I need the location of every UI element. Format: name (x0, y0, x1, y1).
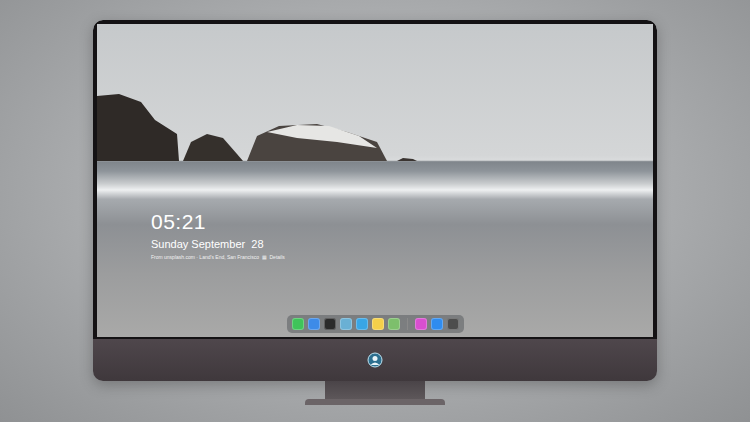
lock-screen[interactable]: 05:21 Sunday September 28 From unsplash.co… (97, 24, 653, 337)
monitor-stand (325, 381, 425, 399)
monitor: 05:21 Sunday September 28 From unsplash.co… (93, 20, 657, 381)
dock-app-icon[interactable] (292, 318, 304, 330)
dock-app-icon[interactable] (415, 318, 427, 330)
dock-app-icon[interactable] (308, 318, 320, 330)
beach-photo-icon (97, 24, 653, 337)
monitor-base (305, 399, 445, 405)
dock-app-icon[interactable] (447, 318, 459, 330)
dock-app-icon[interactable] (372, 318, 384, 330)
dock-app-icon[interactable] (356, 318, 368, 330)
clock-panel: 05:21 Sunday September 28 From unsplash.co… (151, 210, 653, 261)
dock-app-icon[interactable] (324, 318, 336, 330)
dock (287, 315, 464, 333)
dock-app-icon[interactable] (388, 318, 400, 330)
dock-separator (407, 318, 408, 330)
brand-logo-icon (367, 352, 383, 368)
monitor-chin (93, 339, 657, 381)
desktop-background: 05:21 Sunday September 28 From unsplash.co… (0, 0, 750, 422)
dock-app-icon[interactable] (431, 318, 443, 330)
clock-date: Sunday September 28 (151, 237, 653, 251)
monitor-bezel: 05:21 Sunday September 28 From unsplash.co… (93, 20, 657, 339)
photo-caption[interactable]: From unsplash.com · Land's End, San Fran… (151, 254, 653, 261)
clock-time: 05:21 (151, 210, 653, 234)
dock-app-icon[interactable] (340, 318, 352, 330)
